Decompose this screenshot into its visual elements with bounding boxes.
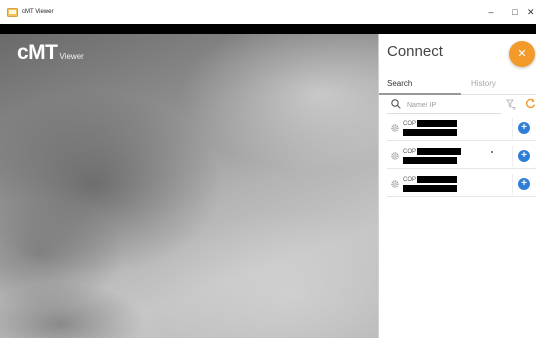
window-close-button[interactable]: ✕ — [527, 4, 536, 20]
redaction-bar — [417, 176, 457, 183]
logo-sub-text: Viewer — [59, 52, 84, 61]
window-title: cMT Viewer — [22, 9, 54, 15]
viewer-background: cMT Viewer — [0, 34, 378, 338]
refresh-icon[interactable] — [525, 98, 536, 109]
device-name: COP — [403, 177, 417, 183]
add-device-button[interactable]: + — [518, 150, 530, 162]
logo-main-text: cMT — [17, 41, 58, 64]
filter-icon[interactable] — [506, 99, 516, 110]
gear-icon[interactable] — [390, 179, 400, 189]
device-name: COP — [403, 149, 417, 155]
plus-icon: + — [521, 178, 527, 189]
redaction-bar — [417, 120, 457, 127]
item-separator — [512, 146, 513, 167]
close-icon: ✕ — [517, 48, 527, 60]
item-separator — [512, 118, 513, 139]
tab-divider — [461, 94, 536, 95]
status-dot — [491, 151, 493, 153]
close-panel-button[interactable]: ✕ — [509, 41, 535, 67]
redaction-bar — [403, 129, 457, 136]
connect-panel: Connect ✕ Search History COP — [379, 34, 536, 338]
app-logo: cMT Viewer — [17, 41, 84, 65]
gear-icon[interactable] — [390, 123, 400, 133]
tab-search[interactable]: Search — [387, 78, 461, 94]
window-titlebar: cMT Viewer – □ ✕ — [0, 0, 536, 24]
tab-history[interactable]: History — [463, 78, 535, 94]
device-item[interactable]: COP + — [387, 116, 536, 141]
plus-icon: + — [521, 122, 527, 133]
search-box — [387, 96, 501, 114]
device-list: COP + COP + COP + — [387, 116, 536, 200]
search-icon — [391, 99, 401, 109]
device-item[interactable]: COP + — [387, 172, 536, 197]
search-input[interactable] — [407, 98, 497, 112]
item-separator — [512, 174, 513, 195]
plus-icon: + — [521, 150, 527, 161]
minimize-button[interactable]: – — [479, 4, 503, 20]
maximize-button[interactable]: □ — [503, 4, 527, 20]
device-item[interactable]: COP + — [387, 144, 536, 169]
device-name: COP — [403, 121, 417, 127]
redaction-bar — [403, 185, 457, 192]
tab-active-indicator — [379, 93, 461, 95]
redaction-bar — [417, 148, 461, 155]
add-device-button[interactable]: + — [518, 122, 530, 134]
redaction-bar — [403, 157, 457, 164]
app-icon — [7, 8, 18, 17]
connect-title: Connect — [387, 43, 443, 60]
gear-icon[interactable] — [390, 151, 400, 161]
header-band — [0, 24, 536, 34]
add-device-button[interactable]: + — [518, 178, 530, 190]
